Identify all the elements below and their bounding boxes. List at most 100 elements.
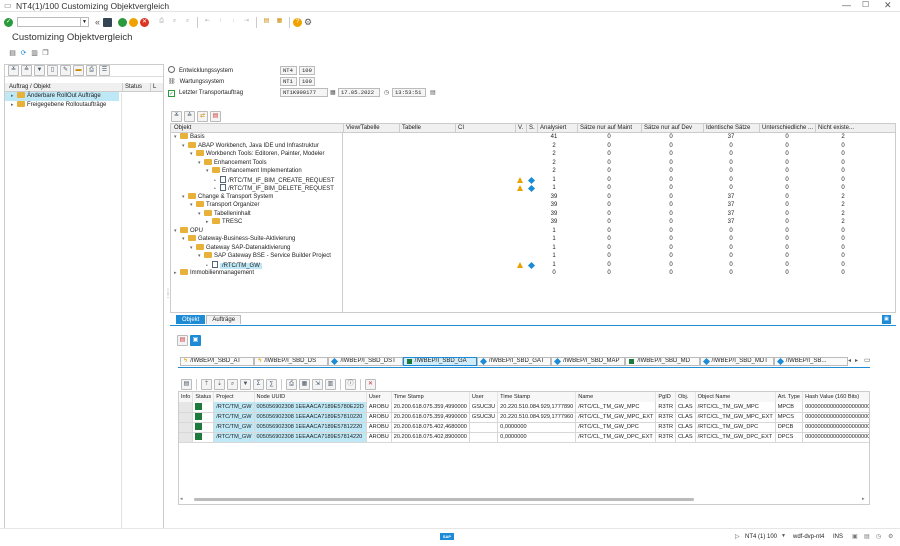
enter-check-icon[interactable]: ✓	[4, 17, 13, 27]
status-icon-2[interactable]: ▤	[864, 533, 870, 540]
compare-row[interactable]: ▾ Change & Transport System 39 0 0 37 0 2	[171, 192, 895, 202]
filter-icon[interactable]: ▼	[240, 378, 251, 390]
shortcut-icon[interactable]: ▦	[274, 17, 285, 28]
grid-col-header[interactable]: Info	[179, 392, 194, 402]
save-icon[interactable]	[103, 17, 113, 27]
calendar-icon[interactable]: ▦	[330, 88, 336, 98]
col-maint-only[interactable]: Sätze nur auf Maint	[577, 124, 632, 133]
exit-icon[interactable]	[129, 17, 139, 27]
compare-icon[interactable]: ⇄	[197, 110, 208, 122]
table-row[interactable]: /RTC/TM_GW 005056902308 1EEAACA7189E57812…	[179, 422, 869, 433]
col-different[interactable]: Unterschiedliche ...	[759, 124, 813, 133]
delete-icon[interactable]: ✕	[365, 378, 376, 390]
folder-icon[interactable]: ▬	[73, 65, 84, 76]
status-system[interactable]: NT4 (1) 100	[745, 534, 777, 540]
warning-icon[interactable]	[517, 185, 523, 191]
grid-col-header[interactable]: User	[366, 392, 392, 402]
scroll-left-icon[interactable]: ◂	[180, 496, 183, 502]
col-v[interactable]: V.	[515, 124, 523, 133]
grid-col-header[interactable]: Art. Type	[775, 392, 804, 402]
grid-col-header[interactable]: Name	[575, 392, 657, 402]
tab-auftraege[interactable]: Aufträge	[206, 315, 242, 324]
scroll-thumb[interactable]	[194, 498, 694, 501]
col-dev-only[interactable]: Sätze nur auf Dev	[641, 124, 692, 133]
collapse-all-icon[interactable]: ≙	[21, 65, 32, 76]
col-analysiert[interactable]: Analysiert	[537, 124, 566, 133]
row-selector[interactable]	[179, 432, 194, 443]
find-icon[interactable]: ⌕	[169, 17, 180, 28]
new-doc-icon[interactable]: ▯	[47, 65, 58, 76]
col-s[interactable]: S.	[526, 124, 535, 133]
collapse-all-icon[interactable]: ≙	[184, 110, 195, 122]
grid-col-header[interactable]: Project	[213, 392, 255, 402]
sap-menu-icon[interactable]: ▭	[4, 1, 12, 10]
subtotal-icon[interactable]: ∑	[266, 378, 277, 390]
command-field[interactable]	[17, 17, 81, 27]
scroll-right-icon[interactable]: ▸	[862, 496, 865, 502]
col-ci[interactable]: CI	[455, 124, 464, 133]
compare-row[interactable]: ▾ OPU 1 0 0 0 0 0	[171, 226, 895, 236]
col-auftrag-objekt[interactable]: Auftrag / Objekt	[9, 83, 51, 92]
first-page-icon[interactable]: ⇤	[202, 17, 213, 28]
warning-icon[interactable]	[517, 176, 523, 183]
list-filter-icon[interactable]: ▤	[177, 334, 188, 346]
maximize-icon[interactable]: ☐	[862, 0, 869, 9]
filter-icon[interactable]: ▼	[34, 65, 45, 76]
col-objekt[interactable]: Objekt	[174, 124, 191, 133]
sum-icon[interactable]: Σ	[253, 378, 264, 390]
transport-detail-icon[interactable]: ▤	[430, 88, 436, 98]
object-tab[interactable]: /IWBEP/I_SBD_GA	[402, 357, 477, 366]
grid-hscrollbar[interactable]: ◂ ▸	[180, 496, 868, 503]
compare-row[interactable]: ▾ Enhancement Tools 2 0 0 0 0 0	[171, 158, 895, 168]
cancel-icon[interactable]: ✕	[140, 17, 150, 27]
compare-row[interactable]: ▾ Gateway-Business-Suite-Aktivierung 1 0 0 0 0…	[171, 235, 895, 244]
grid-col-header[interactable]: Obj.	[675, 392, 696, 402]
grid-col-header[interactable]: User	[469, 392, 499, 402]
export-icon[interactable]: ⇲	[312, 378, 323, 390]
object-tab[interactable]: ϟ/IWBEP/I_SBD_DS	[254, 357, 329, 366]
view-icon[interactable]: ▦	[299, 378, 310, 390]
compare-row[interactable]: •/RTC/TM_IF_BIM_DELETE_REQUEST 1 0 0 0 0 0	[171, 184, 895, 193]
tab-objekt[interactable]: Objekt	[176, 315, 206, 324]
print-icon[interactable]: ⎙	[156, 17, 167, 28]
status-icon-1[interactable]: ▣	[852, 533, 858, 540]
status-play-icon[interactable]: ▷	[735, 533, 740, 540]
compare-row[interactable]: ▾ Basis 41 0 0 37 0 2	[171, 133, 895, 142]
last-page-icon[interactable]: ⇥	[241, 17, 252, 28]
object-tab[interactable]: /IWBEP/I_SBD_DST	[328, 357, 403, 366]
tabs-list-icon[interactable]: ▭	[864, 356, 871, 364]
print-icon[interactable]: ⎙	[286, 378, 297, 390]
info-icon[interactable]: ⓘ	[345, 378, 356, 390]
command-dropdown-icon[interactable]: ▼	[81, 17, 89, 27]
clock-icon[interactable]: ◷	[384, 88, 389, 98]
col-status[interactable]: Status	[122, 83, 142, 92]
details-icon[interactable]: ☰	[99, 65, 110, 76]
back-icon[interactable]	[118, 17, 128, 27]
col-l[interactable]: L	[150, 83, 156, 92]
panel-close-icon[interactable]: ▣	[882, 315, 891, 324]
new-session-icon[interactable]: ▤	[261, 17, 272, 28]
object-tab[interactable]: /IWBEP/I_SB...	[773, 357, 848, 366]
print-list-icon[interactable]: ⎙	[86, 65, 97, 76]
refresh-icon[interactable]: ⟳	[19, 49, 28, 58]
compare-row[interactable]: ▸ Immobilienmanagement 0 0 0 0 0 0	[171, 269, 895, 278]
grid-col-header[interactable]: PgID	[655, 392, 677, 402]
select-icon[interactable]: ▣	[190, 334, 201, 346]
compare-row[interactable]: ▾ Workbench Tools: Editoren, Painter, Mod…	[171, 150, 895, 159]
compare-row[interactable]: ▾ Gateway SAP-Datenaktivierung 1 0 0 0 0 0	[171, 243, 895, 253]
compare-row[interactable]: ▾ Transport Organizer 39 0 0 37 0 2	[171, 201, 895, 210]
object-tab[interactable]: /IWBEP/I_SBD_MAP	[551, 357, 626, 366]
expand-all-icon[interactable]: ≚	[171, 110, 182, 122]
col-identical[interactable]: Identische Sätze	[703, 124, 750, 133]
history-back-icon[interactable]: «	[95, 17, 100, 27]
object-tab[interactable]: /IWBEP/I_SBD_MDT	[699, 357, 774, 366]
object-tab[interactable]: ϟ/IWBEP/I_SBD_AT	[180, 357, 255, 366]
compare-row[interactable]: ▾ Enhancement Implementation 2 0 0 0 0 0	[171, 167, 895, 176]
grid-col-header[interactable]: Object Name	[695, 392, 776, 402]
status-system-dropdown-icon[interactable]: ▼	[781, 533, 786, 539]
grid-col-header[interactable]: Status	[192, 392, 215, 402]
compare-row[interactable]: •/RTC/TM_GW 1 0 0 0 0 0	[171, 260, 895, 270]
expand-all-icon[interactable]: ≚	[8, 65, 19, 76]
grid-col-header[interactable]: Node UUID	[254, 392, 367, 402]
tree-item-aenderbare-rollout[interactable]: ▸ Änderbare RollOut Aufträge	[5, 92, 119, 101]
